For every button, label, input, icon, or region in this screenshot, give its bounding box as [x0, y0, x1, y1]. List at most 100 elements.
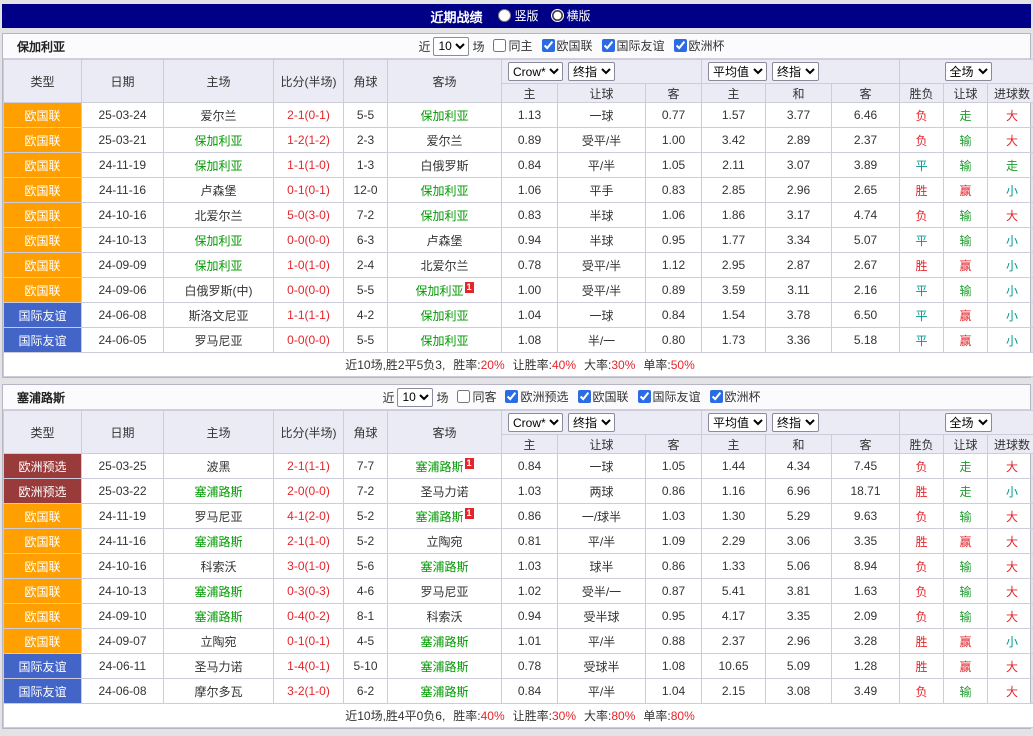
score-cell[interactable]: 5-0(3-0) [274, 203, 344, 228]
home-team-cell[interactable]: 爱尔兰 [164, 103, 274, 128]
odds-source-select[interactable]: Crow* [508, 62, 563, 81]
filter-checkbox[interactable]: 欧国联 [542, 37, 593, 54]
home-team-cell[interactable]: 保加利亚 [164, 153, 274, 178]
score-cell[interactable]: 1-1(1-0) [274, 153, 344, 178]
odds-stage-select-2[interactable]: 终指 [772, 413, 819, 432]
home-team-cell[interactable]: 立陶宛 [164, 629, 274, 654]
score-cell[interactable]: 0-0(0-0) [274, 278, 344, 303]
odds-stage-select-2[interactable]: 终指 [772, 62, 819, 81]
home-team-cell[interactable]: 保加利亚 [164, 253, 274, 278]
handicap-line-cell: 平/半 [558, 529, 646, 554]
away-team-cell[interactable]: 塞浦路斯1 [388, 454, 502, 479]
score-cell[interactable]: 1-4(0-1) [274, 654, 344, 679]
score-cell[interactable]: 0-0(0-0) [274, 328, 344, 353]
home-team-cell[interactable]: 塞浦路斯 [164, 479, 274, 504]
home-team-cell[interactable]: 塞浦路斯 [164, 604, 274, 629]
away-team-cell[interactable]: 保加利亚 [388, 303, 502, 328]
goals-result-cell: 小 [988, 479, 1033, 504]
col-outcome: 胜负 [900, 84, 944, 103]
score-cell[interactable]: 0-3(0-3) [274, 579, 344, 604]
score-cell[interactable]: 1-2(1-2) [274, 128, 344, 153]
away-team-cell[interactable]: 保加利亚 [388, 328, 502, 353]
home-team-cell[interactable]: 斯洛文尼亚 [164, 303, 274, 328]
corner-cell: 5-2 [344, 504, 388, 529]
match-count-select[interactable]: 10 [433, 37, 469, 56]
date-cell: 24-11-16 [82, 529, 164, 554]
score-cell[interactable]: 1-0(1-0) [274, 253, 344, 278]
home-team-cell[interactable]: 摩尔多瓦 [164, 679, 274, 704]
away-team-cell[interactable]: 塞浦路斯 [388, 679, 502, 704]
away-team-cell[interactable]: 爱尔兰 [388, 128, 502, 153]
odds-average-select[interactable]: 平均值 [708, 62, 767, 81]
match-row: 欧国联 24-10-16 科索沃 3-0(1-0) 5-6 塞浦路斯 1.03 … [4, 554, 1033, 579]
home-team-cell[interactable]: 圣马力诺 [164, 654, 274, 679]
score-cell[interactable]: 2-1(1-0) [274, 529, 344, 554]
odds-stage-select-1[interactable]: 终指 [568, 413, 615, 432]
score-cell[interactable]: 0-1(0-1) [274, 178, 344, 203]
home-team-cell[interactable]: 卢森堡 [164, 178, 274, 203]
home-team-cell[interactable]: 波黑 [164, 454, 274, 479]
filter-checkbox[interactable]: 欧国联 [578, 388, 629, 405]
score-cell[interactable]: 3-0(1-0) [274, 554, 344, 579]
goals-result-cell: 大 [988, 604, 1033, 629]
score-cell[interactable]: 0-0(0-0) [274, 228, 344, 253]
score-cell[interactable]: 2-1(1-1) [274, 454, 344, 479]
away-team-cell[interactable]: 卢森堡 [388, 228, 502, 253]
home-team-cell[interactable]: 白俄罗斯(中) [164, 278, 274, 303]
corner-cell: 6-3 [344, 228, 388, 253]
away-team-cell[interactable]: 圣马力诺 [388, 479, 502, 504]
odds-source-select[interactable]: Crow* [508, 413, 563, 432]
home-team-cell[interactable]: 罗马尼亚 [164, 504, 274, 529]
score-cell[interactable]: 4-1(2-0) [274, 504, 344, 529]
filter-checkbox[interactable]: 欧洲杯 [674, 37, 725, 54]
score-cell[interactable]: 2-0(0-0) [274, 479, 344, 504]
home-team-cell[interactable]: 保加利亚 [164, 228, 274, 253]
match-row: 欧国联 24-11-19 保加利亚 1-1(1-0) 1-3 白俄罗斯 0.84… [4, 153, 1033, 178]
away-win-odds-cell: 3.35 [832, 529, 900, 554]
home-team-cell[interactable]: 科索沃 [164, 554, 274, 579]
date-cell: 24-06-08 [82, 303, 164, 328]
away-team-cell[interactable]: 保加利亚 [388, 178, 502, 203]
filter-checkbox[interactable]: 欧洲杯 [710, 388, 761, 405]
view-radio-1[interactable] [551, 9, 564, 22]
away-team-cell[interactable]: 立陶宛 [388, 529, 502, 554]
away-team-cell[interactable]: 北爱尔兰 [388, 253, 502, 278]
home-team-cell[interactable]: 塞浦路斯 [164, 529, 274, 554]
score-cell[interactable]: 2-1(0-1) [274, 103, 344, 128]
away-team-cell[interactable]: 白俄罗斯 [388, 153, 502, 178]
away-team-cell[interactable]: 塞浦路斯 [388, 629, 502, 654]
away-team-cell[interactable]: 科索沃 [388, 604, 502, 629]
filter-checkbox[interactable]: 同客 [457, 388, 496, 405]
view-option-0[interactable]: 竖版 [498, 7, 538, 24]
away-team-cell[interactable]: 塞浦路斯 [388, 654, 502, 679]
away-team-cell[interactable]: 罗马尼亚 [388, 579, 502, 604]
match-count-select[interactable]: 10 [397, 388, 433, 407]
home-team-cell[interactable]: 塞浦路斯 [164, 579, 274, 604]
away-team-cell[interactable]: 保加利亚 [388, 103, 502, 128]
scope-select[interactable]: 全场 [945, 413, 992, 432]
away-team-cell[interactable]: 塞浦路斯 [388, 554, 502, 579]
away-team-cell[interactable]: 保加利亚 [388, 203, 502, 228]
score-cell[interactable]: 0-1(0-1) [274, 629, 344, 654]
away-team-cell[interactable]: 保加利亚1 [388, 278, 502, 303]
home-team-cell[interactable]: 保加利亚 [164, 128, 274, 153]
filter-checkbox[interactable]: 欧洲预选 [505, 388, 568, 405]
filter-checkbox[interactable]: 国际友谊 [602, 37, 665, 54]
score-cell[interactable]: 3-2(1-0) [274, 679, 344, 704]
odds-average-select[interactable]: 平均值 [708, 413, 767, 432]
score-cell[interactable]: 0-4(0-2) [274, 604, 344, 629]
handicap-result-cell: 赢 [944, 178, 988, 203]
away-team-cell[interactable]: 塞浦路斯1 [388, 504, 502, 529]
scope-select[interactable]: 全场 [945, 62, 992, 81]
odds-stage-select-1[interactable]: 终指 [568, 62, 615, 81]
handicap-result-cell: 赢 [944, 303, 988, 328]
draw-odds-cell: 2.96 [766, 178, 832, 203]
score-cell[interactable]: 1-1(1-1) [274, 303, 344, 328]
filter-checkbox[interactable]: 国际友谊 [638, 388, 701, 405]
view-option-1[interactable]: 横版 [551, 7, 591, 24]
home-team-cell[interactable]: 北爱尔兰 [164, 203, 274, 228]
view-radio-0[interactable] [498, 9, 511, 22]
home-team-cell[interactable]: 罗马尼亚 [164, 328, 274, 353]
away-win-odds-cell: 2.65 [832, 178, 900, 203]
filter-checkbox[interactable]: 同主 [493, 37, 532, 54]
